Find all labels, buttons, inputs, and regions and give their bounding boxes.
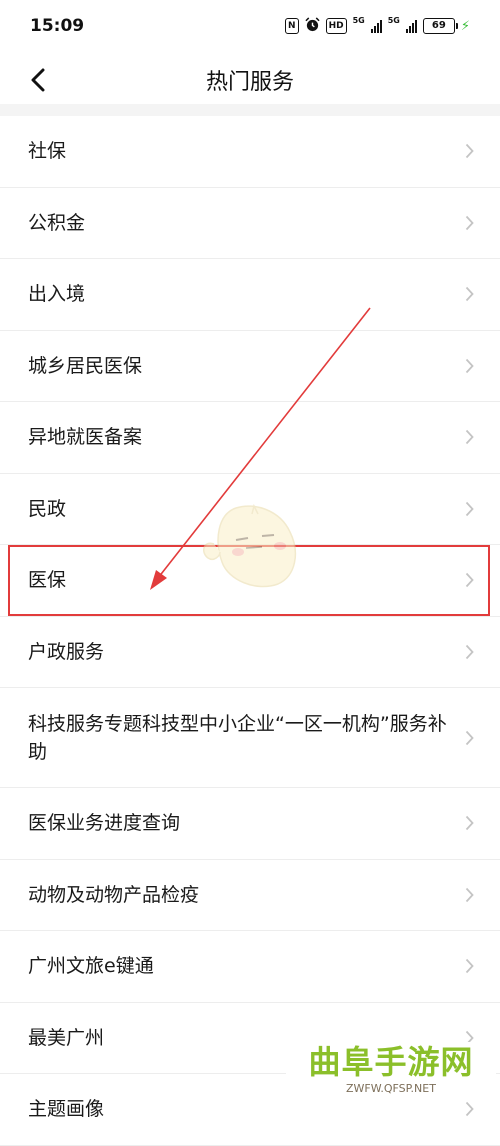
chevron-right-icon [465, 215, 474, 230]
back-button[interactable] [22, 64, 54, 96]
list-item-label: 社保 [28, 140, 67, 163]
list-item-label: 异地就医备案 [28, 426, 143, 449]
watermark: 曲阜手游网 ZWFW.QFSP.NET [286, 1042, 496, 1100]
list-item-wenlv[interactable]: 广州文旅e键通 [0, 931, 500, 1003]
list-item-yibao[interactable]: 医保 [0, 545, 500, 617]
list-item-label: 医保 [28, 569, 67, 592]
watermark-url: ZWFW.QFSP.NET [346, 1082, 436, 1095]
chevron-right-icon [465, 358, 474, 373]
status-time: 15:09 [30, 16, 85, 36]
list-item-dongwu-jianyi[interactable]: 动物及动物产品检疫 [0, 860, 500, 931]
chevron-right-icon [465, 287, 474, 302]
list-item-label: 公积金 [28, 211, 86, 234]
chevron-left-icon [31, 68, 45, 92]
page-title: 热门服务 [205, 70, 294, 95]
nav-bar: 热门服务 [0, 56, 500, 104]
status-icons: N HD 5G 5G 69 ⚡ [285, 17, 470, 35]
status-bar: 15:09 N HD 5G 5G 69 ⚡ [0, 0, 500, 56]
network-5g-label: 5G [352, 16, 365, 25]
chevron-right-icon [465, 144, 474, 159]
list-item-minzheng[interactable]: 民政 [0, 474, 500, 545]
list-item-label: 广州文旅e键通 [28, 955, 154, 978]
list-item-huzheng[interactable]: 户政服务 [0, 617, 500, 688]
watermark-title: 曲阜手游网 [308, 1043, 474, 1081]
chevron-right-icon [465, 573, 474, 588]
list-item-label: 科技服务专题科技型中小企业“一区一机构”服务补助 [28, 712, 447, 763]
list-item-shebao[interactable]: 社保 [0, 116, 500, 188]
chevron-right-icon [465, 730, 474, 745]
network-5g-label-2: 5G [387, 16, 400, 25]
hd-icon: HD [325, 18, 347, 34]
list-item-yidi-jiuyi[interactable]: 异地就医备案 [0, 402, 500, 474]
chevron-right-icon [465, 644, 474, 659]
chevron-right-icon [465, 816, 474, 831]
list-item-label: 最美广州 [28, 1026, 105, 1049]
chevron-right-icon [465, 1102, 474, 1117]
nfc-icon: N [285, 18, 299, 34]
list-item-label: 出入境 [28, 283, 86, 306]
chevron-right-icon [465, 501, 474, 516]
list-item-label: 动物及动物产品检疫 [28, 883, 200, 906]
list-item-chengxiang-yibao[interactable]: 城乡居民医保 [0, 331, 500, 402]
section-divider [0, 104, 500, 116]
list-item-label: 城乡居民医保 [28, 354, 143, 377]
list-item-churujing[interactable]: 出入境 [0, 259, 500, 331]
charging-icon: ⚡ [460, 18, 470, 34]
list-item-label: 户政服务 [28, 640, 105, 663]
service-list: 社保 公积金 出入境 城乡居民医保 异地就医备案 民政 医保 户政服务 科技服务… [0, 116, 500, 1146]
battery-icon: 69 [422, 18, 458, 34]
list-item-label: 医保业务进度查询 [28, 812, 181, 835]
chevron-right-icon [465, 959, 474, 974]
list-item-label: 民政 [28, 497, 67, 520]
chevron-right-icon [465, 430, 474, 445]
list-item-label: 主题画像 [28, 1098, 105, 1121]
signal-icon [370, 19, 382, 33]
list-item-keji-fuwu[interactable]: 科技服务专题科技型中小企业“一区一机构”服务补助 [0, 688, 500, 788]
signal-icon-2 [405, 19, 417, 33]
list-item-gongjijin[interactable]: 公积金 [0, 188, 500, 259]
alarm-icon [304, 17, 320, 35]
list-item-yibao-jindu[interactable]: 医保业务进度查询 [0, 788, 500, 860]
chevron-right-icon [465, 887, 474, 902]
